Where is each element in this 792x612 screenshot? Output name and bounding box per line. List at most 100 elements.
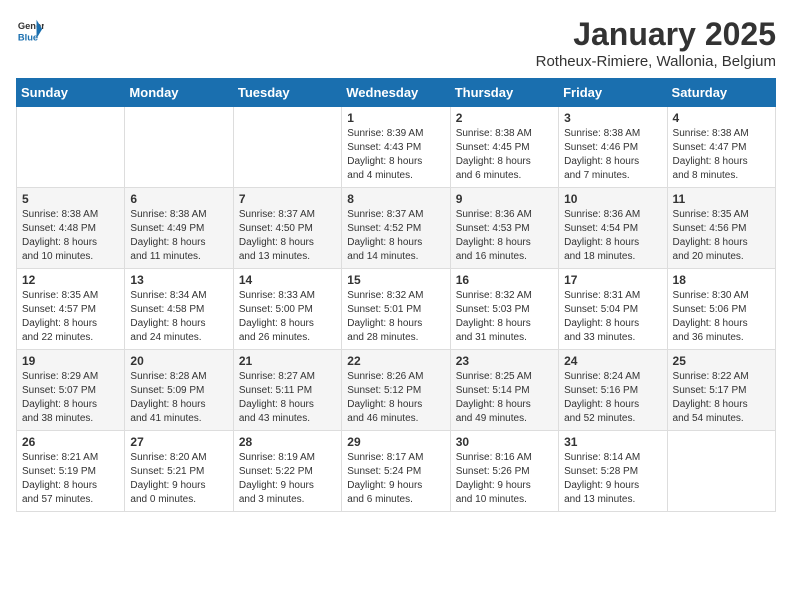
calendar-cell: 18Sunrise: 8:30 AM Sunset: 5:06 PM Dayli… (667, 269, 775, 350)
day-number: 6 (130, 192, 227, 206)
calendar-cell: 30Sunrise: 8:16 AM Sunset: 5:26 PM Dayli… (450, 431, 558, 512)
day-number: 12 (22, 273, 119, 287)
calendar-cell: 12 Sunrise: 8:35 AM Sunset: 4:57 PM Dayli… (17, 269, 125, 350)
calendar-cell: 9 Sunrise: 8:36 AM Sunset: 4:53 PM Daylig… (450, 188, 558, 269)
calendar-week-1: 5Sunrise: 8:38 AM Sunset: 4:48 PM Daylig… (17, 188, 776, 269)
calendar-cell: 27Sunrise: 8:20 AM Sunset: 5:21 PM Dayli… (125, 431, 233, 512)
calendar-cell: 8 Sunrise: 8:37 AM Sunset: 4:52 PM Daylig… (342, 188, 450, 269)
calendar-cell: 2Sunrise: 8:38 AM Sunset: 4:45 PM Daylig… (450, 107, 558, 188)
day-number: 13 (130, 273, 227, 287)
day-number: 20 (130, 354, 227, 368)
day-info: Sunrise: 8:37 AM Sunset: 4:52 PM Dayligh… (347, 208, 444, 264)
day-info: Sunrise: 8:17 AM Sunset: 5:24 PM Dayligh… (347, 451, 444, 507)
weekday-header-row: SundayMondayTuesdayWednesdayThursdayFrid… (17, 79, 776, 107)
calendar-cell: 21 Sunrise: 8:27 AM Sunset: 5:11 PM Dayli… (233, 350, 341, 431)
calendar-cell: 29 Sunrise: 8:17 AM Sunset: 5:24 PM Dayli… (342, 431, 450, 512)
calendar-cell: 10Sunrise: 8:36 AM Sunset: 4:54 PM Dayli… (559, 188, 667, 269)
day-info: Sunrise: 8:28 AM Sunset: 5:09 PM Dayligh… (130, 370, 227, 426)
title-area: January 2025 Rotheux-Rimiere, Wallonia, … (536, 16, 776, 70)
calendar-week-3: 19 Sunrise: 8:29 AM Sunset: 5:07 PM Dayli… (17, 350, 776, 431)
calendar-cell: 5Sunrise: 8:38 AM Sunset: 4:48 PM Daylig… (17, 188, 125, 269)
day-number: 1 (347, 111, 444, 125)
calendar-cell: 13 Sunrise: 8:34 AM Sunset: 4:58 PM Dayli… (125, 269, 233, 350)
day-info: Sunrise: 8:35 AM Sunset: 4:57 PM Dayligh… (22, 289, 119, 345)
calendar-title: January 2025 (536, 16, 776, 53)
day-number: 3 (564, 111, 661, 125)
logo: General Blue (16, 16, 44, 44)
logo-icon: General Blue (16, 16, 44, 44)
calendar-week-2: 12 Sunrise: 8:35 AM Sunset: 4:57 PM Dayli… (17, 269, 776, 350)
day-info: Sunrise: 8:26 AM Sunset: 5:12 PM Dayligh… (347, 370, 444, 426)
day-info: Sunrise: 8:24 AM Sunset: 5:16 PM Dayligh… (564, 370, 661, 426)
day-number: 7 (239, 192, 336, 206)
day-info: Sunrise: 8:37 AM Sunset: 4:50 PM Dayligh… (239, 208, 336, 264)
day-number: 25 (673, 354, 770, 368)
calendar-cell (17, 107, 125, 188)
svg-text:Blue: Blue (18, 32, 38, 42)
day-info: Sunrise: 8:38 AM Sunset: 4:49 PM Dayligh… (130, 208, 227, 264)
day-number: 18 (673, 273, 770, 287)
day-info: Sunrise: 8:16 AM Sunset: 5:26 PM Dayligh… (456, 451, 553, 507)
day-info: Sunrise: 8:33 AM Sunset: 5:00 PM Dayligh… (239, 289, 336, 345)
day-info: Sunrise: 8:38 AM Sunset: 4:46 PM Dayligh… (564, 127, 661, 183)
calendar-cell: 28 Sunrise: 8:19 AM Sunset: 5:22 PM Dayli… (233, 431, 341, 512)
day-info: Sunrise: 8:19 AM Sunset: 5:22 PM Dayligh… (239, 451, 336, 507)
calendar-cell (233, 107, 341, 188)
calendar-cell: 25 Sunrise: 8:22 AM Sunset: 5:17 PM Dayli… (667, 350, 775, 431)
calendar-week-0: 1 Sunrise: 8:39 AM Sunset: 4:43 PM Daylig… (17, 107, 776, 188)
day-info: Sunrise: 8:27 AM Sunset: 5:11 PM Dayligh… (239, 370, 336, 426)
calendar-cell: 3 Sunrise: 8:38 AM Sunset: 4:46 PM Daylig… (559, 107, 667, 188)
day-number: 5 (22, 192, 119, 206)
day-info: Sunrise: 8:29 AM Sunset: 5:07 PM Dayligh… (22, 370, 119, 426)
day-number: 15 (347, 273, 444, 287)
page-header: General Blue January 2025 Rotheux-Rimier… (16, 16, 776, 70)
calendar-cell: 15 Sunrise: 8:32 AM Sunset: 5:01 PM Dayli… (342, 269, 450, 350)
day-info: Sunrise: 8:31 AM Sunset: 5:04 PM Dayligh… (564, 289, 661, 345)
calendar-cell (667, 431, 775, 512)
calendar-cell: 17Sunrise: 8:31 AM Sunset: 5:04 PM Dayli… (559, 269, 667, 350)
calendar-cell: 26Sunrise: 8:21 AM Sunset: 5:19 PM Dayli… (17, 431, 125, 512)
weekday-header-tuesday: Tuesday (233, 79, 341, 107)
calendar-cell: 14 Sunrise: 8:33 AM Sunset: 5:00 PM Dayli… (233, 269, 341, 350)
day-info: Sunrise: 8:14 AM Sunset: 5:28 PM Dayligh… (564, 451, 661, 507)
day-number: 19 (22, 354, 119, 368)
day-info: Sunrise: 8:36 AM Sunset: 4:54 PM Dayligh… (564, 208, 661, 264)
day-info: Sunrise: 8:22 AM Sunset: 5:17 PM Dayligh… (673, 370, 770, 426)
day-info: Sunrise: 8:38 AM Sunset: 4:45 PM Dayligh… (456, 127, 553, 183)
day-info: Sunrise: 8:32 AM Sunset: 5:01 PM Dayligh… (347, 289, 444, 345)
calendar-subtitle: Rotheux-Rimiere, Wallonia, Belgium (536, 53, 776, 70)
day-info: Sunrise: 8:20 AM Sunset: 5:21 PM Dayligh… (130, 451, 227, 507)
day-number: 26 (22, 435, 119, 449)
day-number: 14 (239, 273, 336, 287)
calendar-cell: 16 Sunrise: 8:32 AM Sunset: 5:03 PM Dayli… (450, 269, 558, 350)
calendar-cell: 31 Sunrise: 8:14 AM Sunset: 5:28 PM Dayli… (559, 431, 667, 512)
calendar-cell: 7 Sunrise: 8:37 AM Sunset: 4:50 PM Daylig… (233, 188, 341, 269)
day-number: 16 (456, 273, 553, 287)
day-number: 22 (347, 354, 444, 368)
calendar-cell: 22 Sunrise: 8:26 AM Sunset: 5:12 PM Dayli… (342, 350, 450, 431)
calendar-cell: 24 Sunrise: 8:24 AM Sunset: 5:16 PM Dayli… (559, 350, 667, 431)
calendar-cell: 19 Sunrise: 8:29 AM Sunset: 5:07 PM Dayli… (17, 350, 125, 431)
calendar-cell: 20 Sunrise: 8:28 AM Sunset: 5:09 PM Dayli… (125, 350, 233, 431)
calendar-cell: 4Sunrise: 8:38 AM Sunset: 4:47 PM Daylig… (667, 107, 775, 188)
day-number: 4 (673, 111, 770, 125)
day-info: Sunrise: 8:35 AM Sunset: 4:56 PM Dayligh… (673, 208, 770, 264)
calendar-cell: 23Sunrise: 8:25 AM Sunset: 5:14 PM Dayli… (450, 350, 558, 431)
day-info: Sunrise: 8:32 AM Sunset: 5:03 PM Dayligh… (456, 289, 553, 345)
weekday-header-sunday: Sunday (17, 79, 125, 107)
day-info: Sunrise: 8:39 AM Sunset: 4:43 PM Dayligh… (347, 127, 444, 183)
day-number: 29 (347, 435, 444, 449)
day-number: 21 (239, 354, 336, 368)
day-number: 24 (564, 354, 661, 368)
day-info: Sunrise: 8:36 AM Sunset: 4:53 PM Dayligh… (456, 208, 553, 264)
weekday-header-friday: Friday (559, 79, 667, 107)
day-number: 11 (673, 192, 770, 206)
calendar-cell: 1 Sunrise: 8:39 AM Sunset: 4:43 PM Daylig… (342, 107, 450, 188)
day-number: 31 (564, 435, 661, 449)
day-number: 8 (347, 192, 444, 206)
day-number: 9 (456, 192, 553, 206)
calendar-week-4: 26Sunrise: 8:21 AM Sunset: 5:19 PM Dayli… (17, 431, 776, 512)
day-info: Sunrise: 8:34 AM Sunset: 4:58 PM Dayligh… (130, 289, 227, 345)
calendar-cell: 6 Sunrise: 8:38 AM Sunset: 4:49 PM Daylig… (125, 188, 233, 269)
day-number: 28 (239, 435, 336, 449)
